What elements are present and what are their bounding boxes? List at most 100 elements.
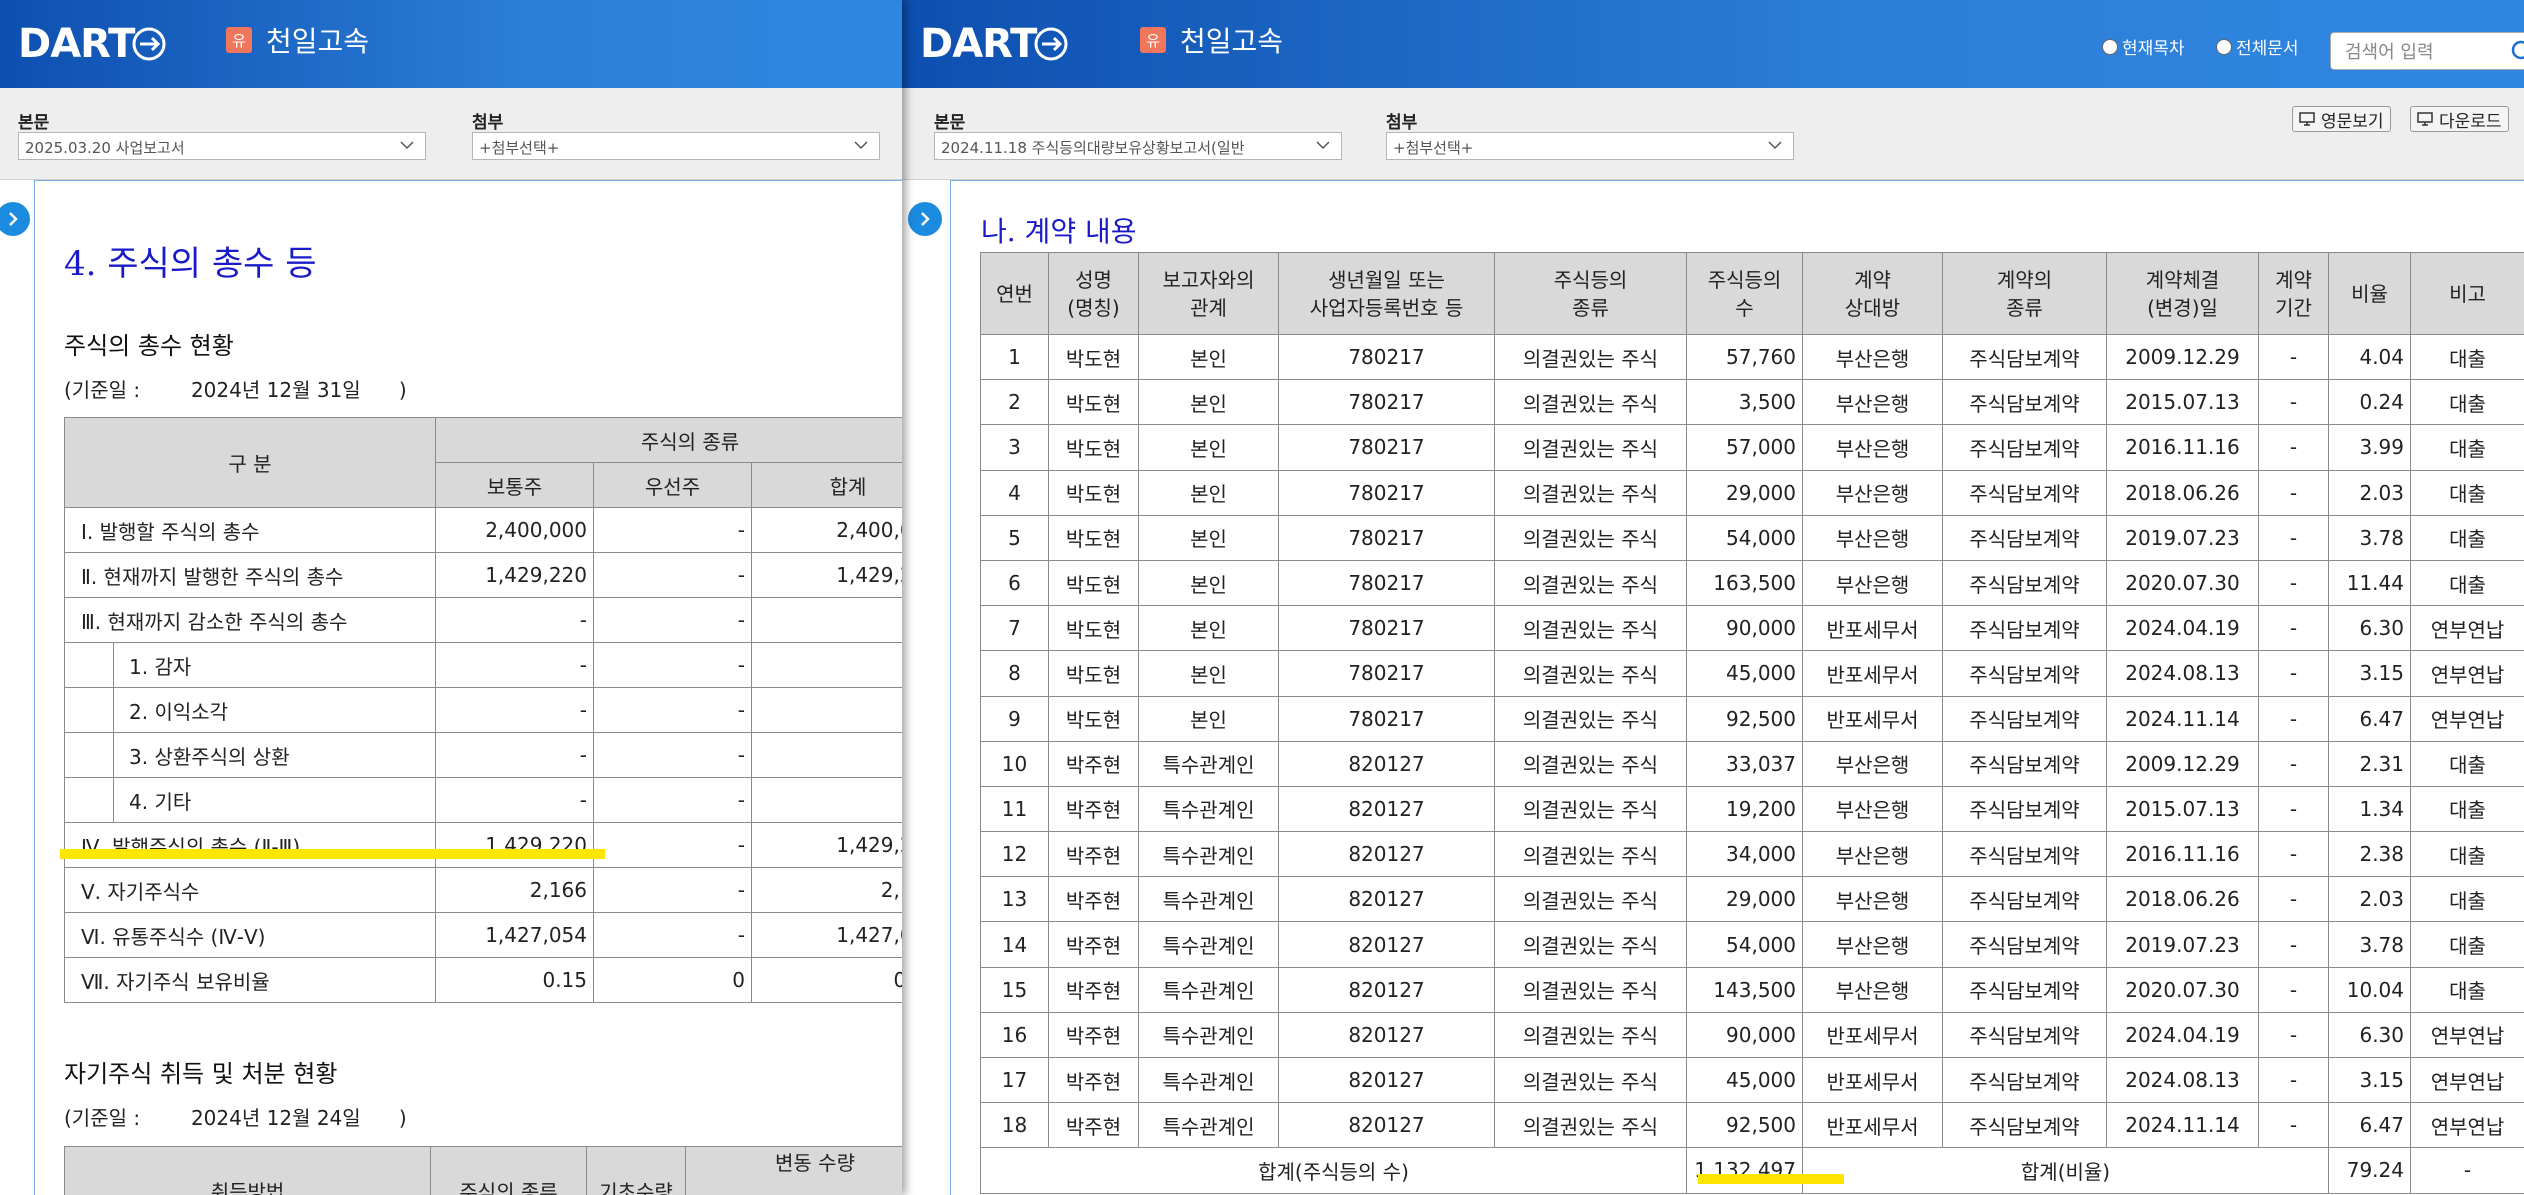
cell-note: 연부연납 <box>2410 1102 2524 1149</box>
contract-row: 5 박도현 본인 780217 의결권있는 주식 54,000 부산은행 주식담보계약 2019… <box>980 514 2524 561</box>
cell-ratio: 6.30 <box>2328 1011 2411 1059</box>
header-line: 기간 <box>2275 295 2312 320</box>
dart-logo[interactable]: DART <box>920 21 1068 67</box>
cell-contract-date: 2024.08.13 <box>2106 1056 2259 1104</box>
cell-common: 1,427,054 <box>435 912 594 958</box>
header-line: 보고자와의 <box>1162 267 1255 292</box>
cell-stock-count: 33,037 <box>1686 740 1803 787</box>
cell-contract-period: - <box>2258 559 2329 607</box>
monitor-icon <box>2417 112 2433 126</box>
contract-row: 4 박도현 본인 780217 의결권있는 주식 29,000 부산은행 주식담보계약 2018… <box>980 469 2524 516</box>
header-preferred: 우선주 <box>593 462 752 508</box>
table-row: Ⅵ. 유통주식수 (Ⅳ-Ⅴ)1,427,054-1,427,054 <box>64 912 902 958</box>
cell-note: 대출 <box>2410 831 2524 878</box>
cell-contract-kind: 주식담보계약 <box>1942 469 2107 516</box>
cell-note: 대출 <box>2410 559 2524 607</box>
total-note: - <box>2410 1147 2524 1194</box>
cell-no: 12 <box>980 831 1049 878</box>
attach-select[interactable]: +첨부선택+ <box>472 132 880 160</box>
cell-stock-count: 57,760 <box>1686 333 1803 381</box>
contract-header-10: 비율 <box>2328 252 2411 335</box>
main-doc-select[interactable]: 2025.03.20 사업보고서 <box>18 132 426 160</box>
cell-contract-period: - <box>2258 695 2329 742</box>
attach-select[interactable]: +첨부선택+ <box>1386 132 1794 160</box>
cell-birth-or-regno: 820127 <box>1278 831 1495 878</box>
cell-preferred: - <box>593 552 752 598</box>
search-icon[interactable] <box>2510 40 2524 62</box>
cell-stock-kind: 의결권있는 주식 <box>1494 1102 1687 1149</box>
cell-ratio: 4.04 <box>2328 333 2411 381</box>
dart-logo[interactable]: DART <box>18 21 166 67</box>
radio-current-toc[interactable]: 현재목차 <box>2102 34 2185 59</box>
main-doc-label: 본문 <box>934 113 966 133</box>
header-line: 비율 <box>2351 281 2388 306</box>
monitor-icon <box>2299 112 2315 126</box>
main-doc-select[interactable]: 2024.11.18 주식등의대량보유상황보고서(일반 <box>934 132 1342 160</box>
contract-row: 1 박도현 본인 780217 의결권있는 주식 57,760 부산은행 주식담보계약 2009… <box>980 333 2524 381</box>
cell-no: 8 <box>980 650 1049 697</box>
cell-birth-or-regno: 780217 <box>1278 469 1495 516</box>
cell-contract-date: 2024.04.19 <box>2106 605 2259 652</box>
cell-name: 박주현 <box>1048 876 1139 923</box>
cell-relation: 본인 <box>1138 379 1279 426</box>
cell-name: 박도현 <box>1048 424 1139 471</box>
section-title: 4. 주식의 총수 등 <box>64 244 317 284</box>
listed-badge-icon: 유 <box>1140 27 1166 53</box>
contract-row: 10 박주현 특수관계인 820127 의결권있는 주식 33,037 부산은행 주식담보계약… <box>980 740 2524 787</box>
toc-toggle-button[interactable] <box>0 202 30 236</box>
subtitle-treasury-stock: 자기주식 취득 및 처분 현황 <box>64 1060 338 1088</box>
cell-name: 박도현 <box>1048 333 1139 381</box>
download-button[interactable]: 다운로드 <box>2410 106 2509 132</box>
cell-stock-kind: 의결권있는 주식 <box>1494 695 1687 742</box>
cell-birth-or-regno: 780217 <box>1278 605 1495 652</box>
header-line: 계약 <box>1854 267 1891 292</box>
cell-note: 연부연납 <box>2410 1056 2524 1104</box>
cell-stock-count: 92,500 <box>1686 1102 1803 1149</box>
cell-stock-count: 45,000 <box>1686 1056 1803 1104</box>
header-line: 성명 <box>1075 267 1112 292</box>
cell-contract-period: - <box>2258 1102 2329 1149</box>
cell-stock-count: 34,000 <box>1686 831 1803 878</box>
cell-stock-count: 54,000 <box>1686 921 1803 968</box>
cell-no: 15 <box>980 966 1049 1013</box>
cell-ratio: 6.30 <box>2328 605 2411 652</box>
main-doc-label: 본문 <box>18 113 50 133</box>
cell-note: 대출 <box>2410 514 2524 561</box>
header-total: 합계 <box>750 462 902 508</box>
header-stock-type: 주식의 종류 <box>434 417 902 463</box>
cell-contract-date: 2020.07.30 <box>2106 966 2259 1013</box>
search-input[interactable]: 검색어 입력 <box>2330 32 2524 70</box>
cell-counterparty: 부산은행 <box>1802 785 1943 833</box>
chevron-down-icon <box>1316 141 1330 150</box>
cell-common: 2,400,000 <box>435 507 594 553</box>
cell-stock-kind: 의결권있는 주식 <box>1494 424 1687 471</box>
cell-contract-date: 2020.07.30 <box>2106 559 2259 607</box>
cell-contract-date: 2015.07.13 <box>2106 379 2259 426</box>
cell-ratio: 3.99 <box>2328 424 2411 471</box>
radio-all-docs[interactable]: 전체문서 <box>2216 34 2299 59</box>
cell-no: 7 <box>980 605 1049 652</box>
cell-ratio: 1.34 <box>2328 785 2411 833</box>
cell-stock-count: 29,000 <box>1686 469 1803 516</box>
toc-toggle-button[interactable] <box>908 202 942 236</box>
cell-total: 0.15 <box>750 957 902 1003</box>
english-view-button[interactable]: 영문보기 <box>2292 106 2391 132</box>
cell-relation: 본인 <box>1138 605 1279 652</box>
cell-contract-date: 2018.06.26 <box>2106 469 2259 516</box>
highlight-marker <box>1698 1174 1844 1184</box>
cell-relation: 본인 <box>1138 650 1279 697</box>
header-line: 사업자등록번호 등 <box>1309 295 1464 320</box>
cell-contract-kind: 주식담보계약 <box>1942 605 2107 652</box>
cell-common: 2,166 <box>435 867 594 913</box>
contract-header-8: 계약체결 (변경)일 <box>2106 252 2259 335</box>
cell-contract-date: 2024.11.14 <box>2106 1102 2259 1149</box>
contract-header-0: 연번 <box>980 252 1049 335</box>
contract-total-row: 합계(주식등의 수) 1,132,497 합계(비율) 79.24- <box>980 1147 2524 1194</box>
cell-note: 연부연납 <box>2410 605 2524 652</box>
cell-stock-kind: 의결권있는 주식 <box>1494 785 1687 833</box>
cell-contract-period: - <box>2258 1011 2329 1059</box>
cell-contract-period: - <box>2258 1056 2329 1104</box>
contract-row: 16 박주현 특수관계인 820127 의결권있는 주식 90,000 반포세무서 주식담보계… <box>980 1011 2524 1059</box>
cell-contract-kind: 주식담보계약 <box>1942 424 2107 471</box>
cell-ratio: 2.03 <box>2328 876 2411 923</box>
